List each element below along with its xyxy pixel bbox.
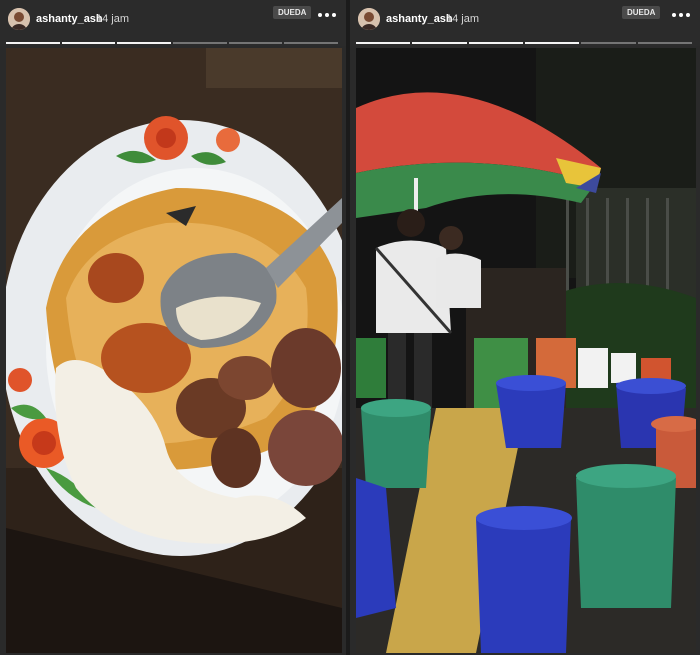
username[interactable]: ashanty_ash [386, 13, 453, 25]
avatar-icon[interactable] [8, 8, 30, 30]
story-progress-bar [6, 42, 339, 44]
status-badge: DUEDA [622, 6, 661, 19]
story-progress-bar [356, 42, 692, 44]
story-header: ashanty_ash 14 jam DUEDA [350, 0, 700, 46]
story-header: ashanty_ash 14 jam DUEDA [0, 0, 346, 46]
story-panel-right[interactable]: ashanty_ash 14 jam DUEDA [350, 0, 700, 655]
story-photo-food [6, 48, 342, 653]
story-time: 14 jam [446, 13, 480, 25]
status-badge: DUEDA [273, 6, 312, 19]
more-options-icon[interactable] [672, 10, 690, 20]
story-panel-left[interactable]: ashanty_ash 14 jam DUEDA [0, 0, 346, 655]
username[interactable]: ashanty_ash [36, 13, 103, 25]
more-options-icon[interactable] [318, 10, 336, 20]
avatar-icon[interactable] [358, 8, 380, 30]
story-time: 14 jam [96, 13, 130, 25]
story-photo-street-stall [356, 48, 696, 653]
